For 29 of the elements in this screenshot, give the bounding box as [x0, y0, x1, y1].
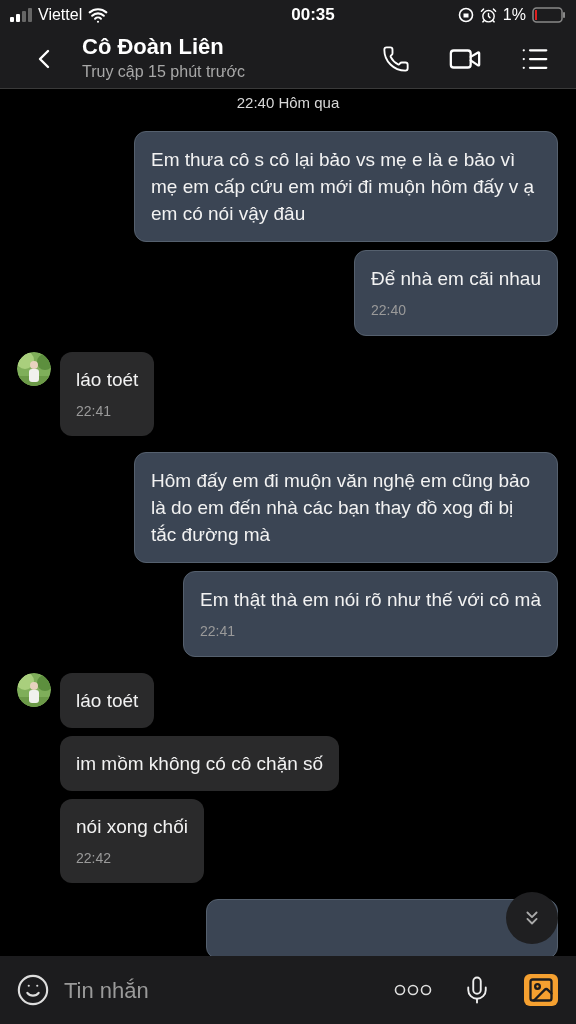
signal-icon	[10, 8, 32, 22]
message-composer[interactable]: Tin nhắn	[0, 956, 576, 1024]
message-text: im mồm không có cô chặn số	[76, 751, 324, 776]
call-button[interactable]	[382, 45, 410, 73]
more-button[interactable]	[394, 984, 432, 996]
wifi-icon	[88, 5, 109, 25]
message-time: 22:41	[200, 621, 237, 641]
rotation-lock-icon	[457, 7, 474, 23]
sticker-button[interactable]	[16, 973, 50, 1007]
last-seen-status: Truy cập 15 phút trước	[82, 62, 246, 82]
alarm-icon	[479, 6, 497, 24]
message-text: láo toét	[76, 688, 139, 713]
battery-percent: 1%	[502, 5, 526, 25]
message-time: 22:41	[76, 401, 113, 421]
scroll-down-button[interactable]	[506, 892, 558, 944]
message-time: 22:42	[76, 848, 113, 868]
message-input[interactable]: Tin nhắn	[64, 973, 394, 1007]
clock-time: 00:35	[291, 4, 335, 27]
message-text: Hôm đấy em đi muộn văn nghệ em cũng bảo là do em đến nhà các bạn thay đồ xog đi bị tắc đường mà	[151, 468, 532, 547]
message-text: láo toét	[76, 367, 139, 392]
message-text: Để nhà em cãi nhau	[370, 266, 541, 291]
battery-icon	[532, 7, 566, 23]
message-text: Em thật thà em nói rõ như thế với cô mà	[200, 587, 541, 612]
carrier-name: Viettel	[38, 5, 83, 25]
date-separator: 22:40 Hôm qua	[236, 93, 340, 113]
contact-name: Cô Đoàn Liên	[82, 34, 225, 60]
message-text: nói xong chối	[76, 814, 188, 839]
message-text: Em thưa cô s cô lại bảo vs mẹ e là e bảo vì mẹ em cấp cứu em mới đi muộn hôm đấy v ạ em có nói vậy đâu	[151, 147, 536, 226]
message-time: 22:40	[370, 300, 407, 320]
